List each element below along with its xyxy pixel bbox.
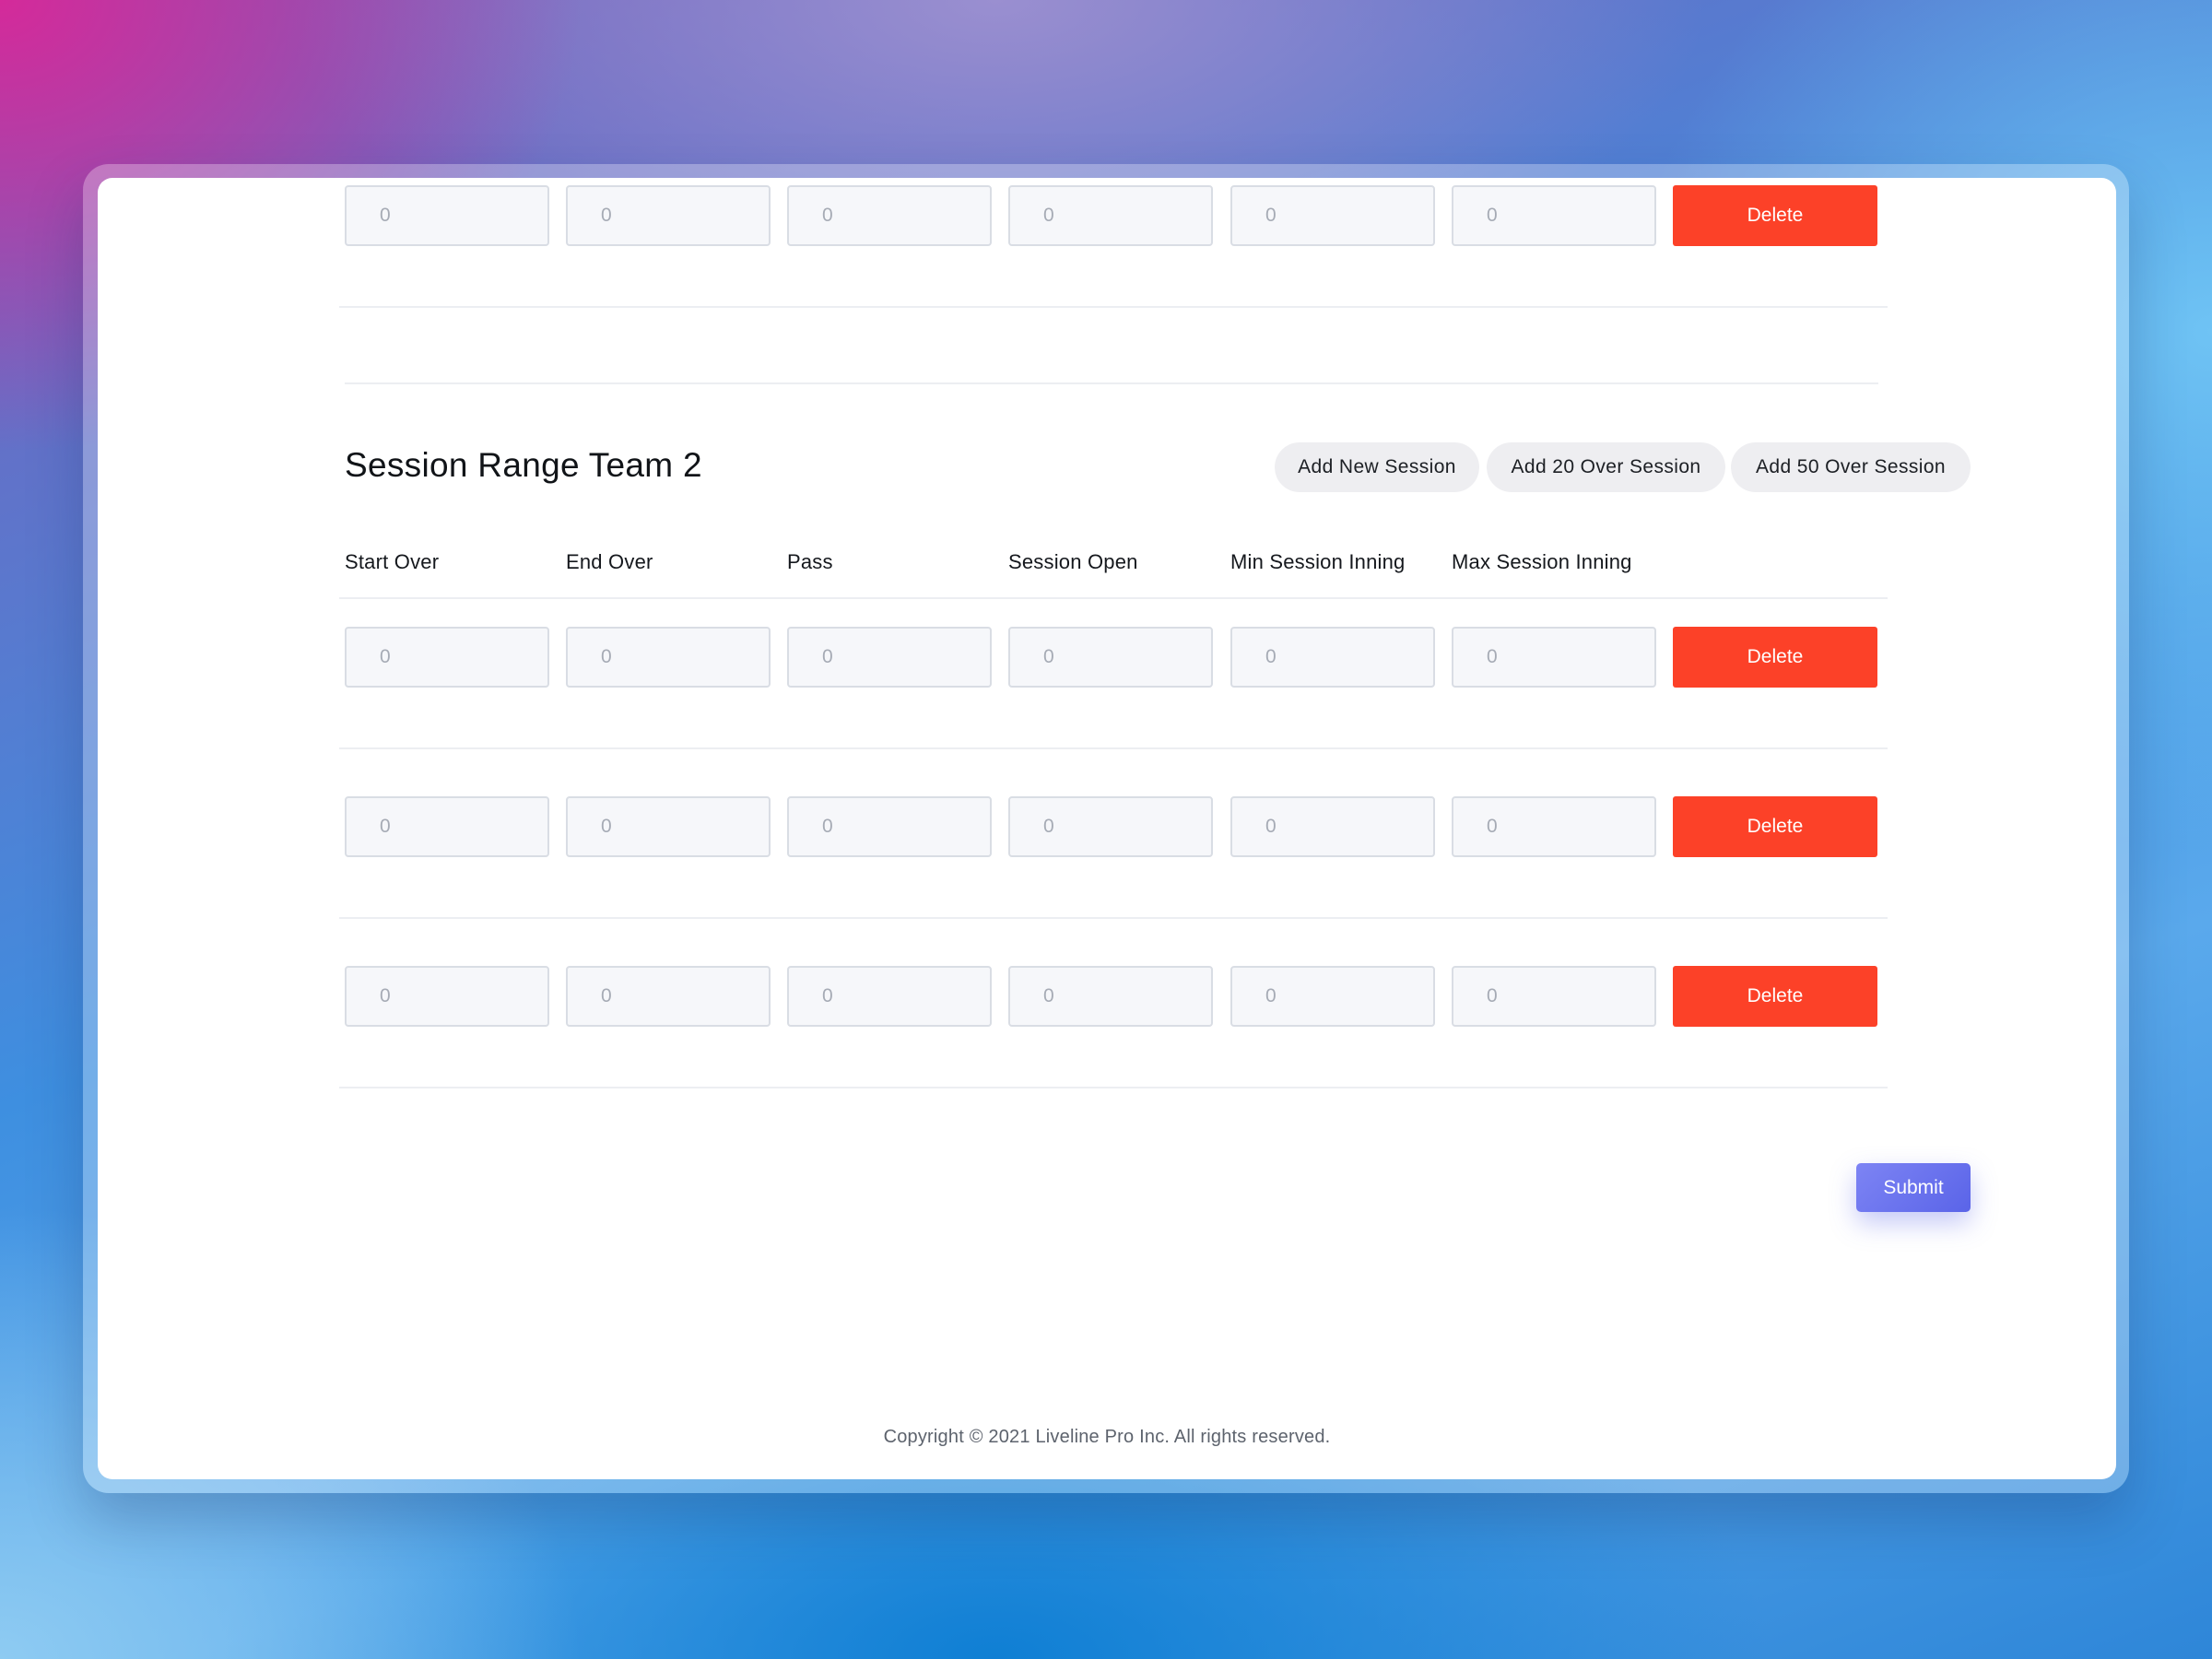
pass-input[interactable] [787,966,992,1027]
start-over-input[interactable] [345,796,549,857]
end-over-input[interactable] [566,185,771,246]
min-session-inning-input[interactable] [1230,627,1435,688]
max-session-inning-input[interactable] [1452,185,1656,246]
pass-input[interactable] [787,185,992,246]
delete-button[interactable]: Delete [1673,966,1877,1027]
section-title: Session Range Team 2 [345,446,702,484]
row-divider [339,747,1888,749]
max-session-inning-input[interactable] [1452,796,1656,857]
delete-button[interactable]: Delete [1673,185,1877,246]
column-header-start-over: Start Over [345,550,440,573]
add-50-over-session-button[interactable]: Add 50 Over Session [1731,442,1971,492]
start-over-input[interactable] [345,627,549,688]
end-over-input[interactable] [566,966,771,1027]
session-open-input[interactable] [1008,966,1213,1027]
delete-button[interactable]: Delete [1673,796,1877,857]
copyright-text: Copyright © 2021 Liveline Pro Inc. All r… [883,1427,1331,1447]
add-new-session-button[interactable]: Add New Session [1275,442,1479,492]
session-row: Delete [339,796,1893,857]
pass-input[interactable] [787,627,992,688]
max-session-inning-input[interactable] [1452,966,1656,1027]
column-header-pass: Pass [787,550,833,573]
row-divider [339,917,1888,919]
session-open-input[interactable] [1008,796,1213,857]
column-header-max-session-inning: Max Session Inning [1452,550,1632,573]
content-panel: Delete Session Range Team 2 Add New Sess… [98,178,2116,1479]
header-divider [339,597,1888,599]
max-session-inning-input[interactable] [1452,627,1656,688]
column-header-min-session-inning: Min Session Inning [1230,550,1406,573]
session-row: Delete [339,966,1893,1027]
session-open-input[interactable] [1008,627,1213,688]
session-row: Delete [339,627,1893,688]
pass-input[interactable] [787,796,992,857]
add-20-over-session-button[interactable]: Add 20 Over Session [1487,442,1725,492]
end-over-input[interactable] [566,796,771,857]
start-over-input[interactable] [345,185,549,246]
min-session-inning-input[interactable] [1230,796,1435,857]
end-over-input[interactable] [566,627,771,688]
min-session-inning-input[interactable] [1230,966,1435,1027]
column-header-end-over: End Over [566,550,653,573]
row-divider [339,306,1888,308]
section-divider [345,382,1878,384]
row-divider [339,1087,1888,1088]
start-over-input[interactable] [345,966,549,1027]
column-header-session-open: Session Open [1008,550,1138,573]
delete-button[interactable]: Delete [1673,627,1877,688]
session-row-top: Delete [339,185,1893,246]
min-session-inning-input[interactable] [1230,185,1435,246]
session-open-input[interactable] [1008,185,1213,246]
submit-button[interactable]: Submit [1856,1163,1971,1212]
